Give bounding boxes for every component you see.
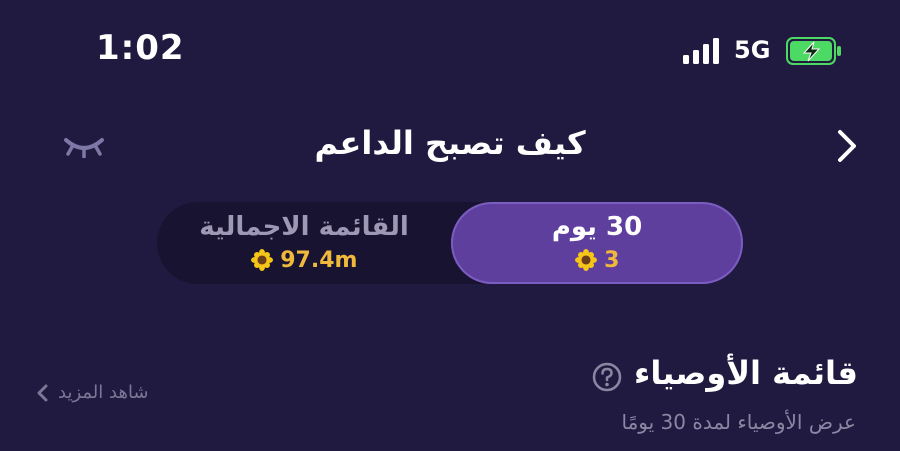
section-subtitle: عرض الأوصياء لمدة 30 يومًا — [621, 410, 856, 434]
tab-overall-label: القائمة الاجمالية — [199, 212, 409, 242]
question-circle-icon[interactable] — [592, 362, 622, 392]
tab-overall-number: 97.4m — [280, 248, 358, 273]
section-title: قائمة الأوصياء — [633, 354, 858, 392]
tab-30-days-value: 3 — [451, 248, 743, 273]
tab-30-days[interactable]: 30 يوم 3 — [451, 202, 743, 284]
status-time: 1:02 — [96, 28, 185, 68]
leaderboard-tabs: القائمة الاجمالية 97.4m 30 يوم 3 — [157, 202, 743, 284]
sunflower-icon — [250, 249, 273, 271]
tab-overall-list[interactable]: القائمة الاجمالية 97.4m — [157, 202, 451, 284]
tab-overall-value: 97.4m — [157, 248, 451, 273]
signal-bars-icon — [683, 38, 719, 64]
tab-30-days-number: 3 — [604, 248, 620, 273]
header: كيف تصبح الداعم — [0, 110, 900, 180]
page-title: كيف تصبح الداعم — [314, 124, 586, 162]
see-more-label: شاهد المزيد — [58, 382, 149, 403]
sunflower-icon — [574, 249, 597, 271]
chevron-right-icon[interactable] — [830, 126, 862, 166]
status-bar: 1:02 5G — [0, 0, 900, 100]
network-type: 5G — [734, 36, 771, 64]
chevron-left-icon — [37, 384, 48, 401]
see-more-link[interactable]: شاهد المزيد — [36, 382, 149, 403]
tab-30-days-label: 30 يوم — [551, 212, 643, 242]
eye-closed-icon[interactable] — [62, 134, 106, 158]
battery-charging-icon — [786, 37, 841, 65]
